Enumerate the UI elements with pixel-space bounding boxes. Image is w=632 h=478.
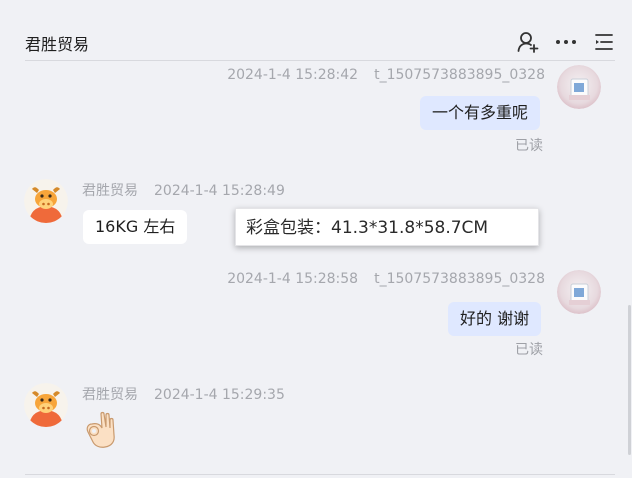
message-meta: 2024-1-4 15:28:42 t_1507573883895_0328 <box>227 67 545 83</box>
avatar[interactable] <box>24 179 68 223</box>
message-meta: 2024-1-4 15:28:58 t_1507573883895_0328 <box>227 271 545 287</box>
message-meta: 君胜贸易 2024-1-4 15:29:35 <box>82 384 285 404</box>
ok-hand-emoji[interactable] <box>82 410 120 450</box>
add-user-icon[interactable] <box>516 30 540 54</box>
more-icon[interactable] <box>554 30 578 54</box>
read-status: 已读 <box>515 342 543 358</box>
message-time: 2024-1-4 15:28:58 <box>227 271 359 287</box>
avatar[interactable] <box>24 383 68 427</box>
message-bubble[interactable]: 好的 谢谢 <box>448 302 542 336</box>
message-sender: t_1507573883895_0328 <box>374 67 545 83</box>
message-time: 2024-1-4 15:28:49 <box>154 183 285 199</box>
chat-title: 君胜贸易 <box>25 35 90 54</box>
avatar[interactable] <box>557 65 601 109</box>
message-bubble[interactable]: 一个有多重呢 <box>420 96 541 130</box>
scrollbar[interactable] <box>628 305 631 455</box>
message-bubble[interactable]: 16KG 左右 <box>83 210 188 244</box>
message-sender: t_1507573883895_0328 <box>374 271 545 287</box>
menu-icon[interactable] <box>592 30 616 54</box>
header-divider <box>25 60 615 61</box>
message-sender: 君胜贸易 <box>82 183 138 199</box>
message-sender: 君胜贸易 <box>82 387 138 403</box>
message-time: 2024-1-4 15:28:42 <box>227 67 359 83</box>
read-status: 已读 <box>515 138 543 154</box>
chat-header: 君胜贸易 <box>0 0 632 60</box>
message-time: 2024-1-4 15:29:35 <box>154 387 285 403</box>
tooltip: 彩盒包装：41.3*31.8*58.7CM <box>235 208 539 246</box>
input-divider <box>25 474 615 475</box>
avatar[interactable] <box>557 270 601 314</box>
message-meta: 君胜贸易 2024-1-4 15:28:49 <box>82 180 285 200</box>
header-actions <box>516 30 616 54</box>
